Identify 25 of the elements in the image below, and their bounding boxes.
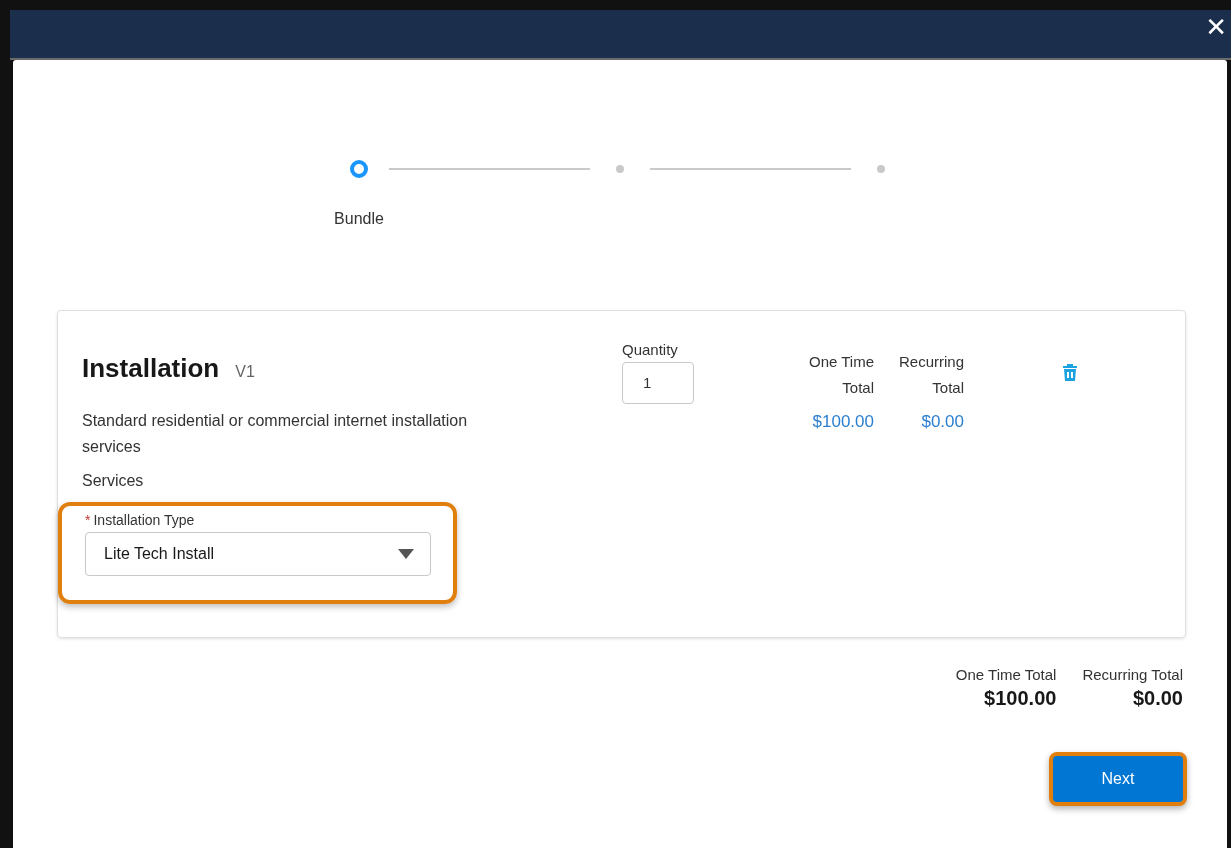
section-label: Services xyxy=(82,472,145,490)
next-button[interactable]: Next xyxy=(1049,752,1187,806)
product-description: Standard residential or commercial internet installation services xyxy=(82,411,469,457)
product-title: Installation xyxy=(82,353,220,384)
total-amount: $0.00 xyxy=(1132,687,1183,710)
price-value: $0.00 xyxy=(921,411,964,433)
step-label: Bundle xyxy=(334,210,384,228)
installation-type-select[interactable]: Lite Tech Install xyxy=(85,532,431,576)
total-label: One Time Total xyxy=(955,666,1057,683)
total-label: Recurring Total xyxy=(1082,666,1183,683)
total-amount: $100.00 xyxy=(984,687,1057,710)
field-label: Installation Type xyxy=(93,512,195,528)
required-marker: * xyxy=(85,512,91,528)
delete-icon[interactable] xyxy=(1062,363,1078,381)
column-label: Recurring Total xyxy=(897,352,964,398)
caret-icon xyxy=(398,549,414,559)
step-dot[interactable] xyxy=(877,165,885,173)
current-step-marker[interactable] xyxy=(350,160,368,178)
version-label: V1 xyxy=(235,363,255,381)
quantity-field[interactable]: 1 xyxy=(622,362,694,404)
column-label: One Time Total xyxy=(807,352,874,398)
close-button[interactable]: ✕ xyxy=(1201,10,1231,44)
quantity-label: Quantity xyxy=(622,341,679,358)
price-value: $100.00 xyxy=(812,411,874,433)
step-dot[interactable] xyxy=(616,165,624,173)
